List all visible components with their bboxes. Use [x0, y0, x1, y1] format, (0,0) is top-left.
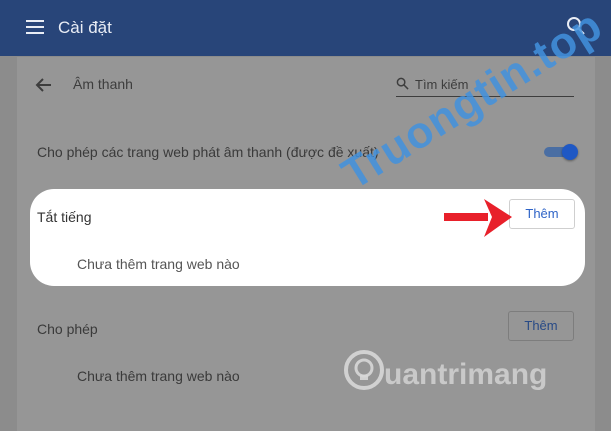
page-title: Cài đặt	[58, 18, 112, 37]
allow-sound-label: Cho phép các trang web phát âm thanh (đư…	[37, 144, 379, 160]
mute-section-title: Tắt tiếng	[37, 209, 92, 225]
watermark-quantrimang: uantrimang	[384, 358, 548, 391]
search-icon	[396, 77, 409, 90]
allow-section-title: Cho phép	[37, 321, 98, 337]
allow-empty-text: Chưa thêm trang web nào	[77, 368, 240, 384]
hamburger-menu-icon[interactable]	[26, 20, 44, 34]
red-arrow-annotation	[444, 199, 512, 237]
allow-sound-toggle[interactable]	[544, 144, 578, 160]
mute-empty-text: Chưa thêm trang web nào	[77, 256, 240, 272]
arrow-back-icon[interactable]	[35, 76, 53, 94]
lightbulb-icon	[344, 350, 384, 390]
section-title: Âm thanh	[73, 76, 133, 92]
allow-add-button[interactable]: Thêm	[508, 311, 574, 341]
toggle-knob	[562, 144, 578, 160]
mute-add-button[interactable]: Thêm	[509, 199, 575, 229]
